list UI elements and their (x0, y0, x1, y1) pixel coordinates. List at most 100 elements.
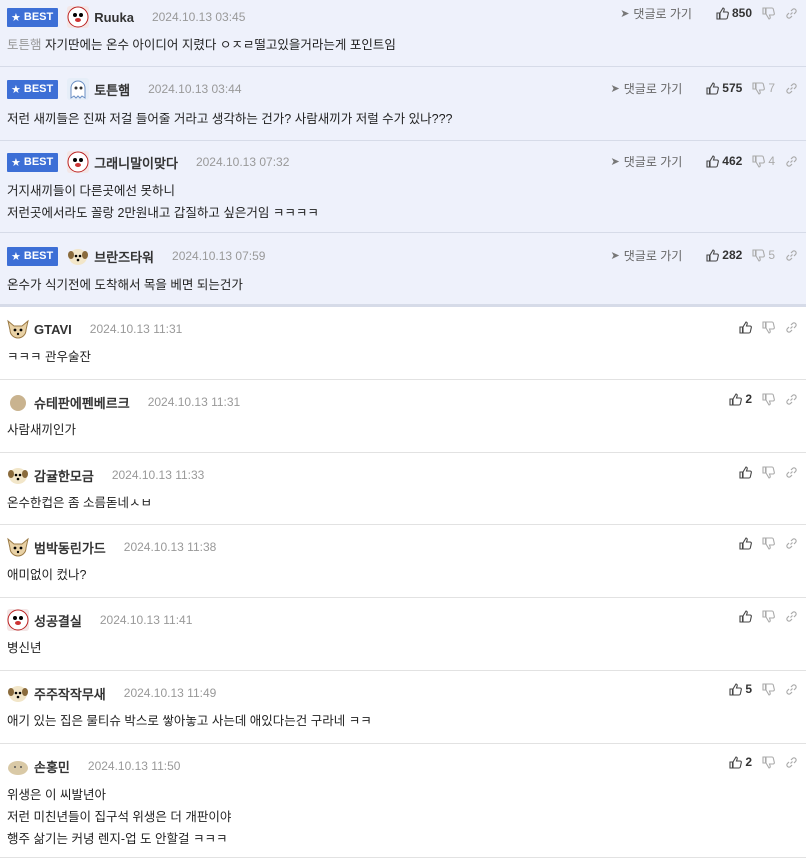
thumbs-up-icon (729, 682, 743, 696)
like-button[interactable]: 2 (729, 392, 752, 406)
comment-text: 온수가 식기전에 도착해서 목을 베면 되는건가 (7, 278, 243, 292)
like-button[interactable]: 282 (706, 248, 742, 262)
dislike-button[interactable]: 4 (752, 154, 775, 168)
comment: GTAVI 2024.10.13 11:31 ㅋㅋㅋ 관우술잔 (0, 307, 806, 380)
link-button[interactable] (785, 683, 798, 696)
comment-author[interactable]: 감귤한모금 (34, 466, 94, 485)
like-button[interactable] (739, 609, 752, 623)
like-count: 2 (745, 392, 752, 406)
link-button[interactable] (785, 249, 798, 262)
mention[interactable]: 토튼햄 (7, 38, 42, 52)
thumbs-down-icon (762, 609, 775, 623)
go-to-reply-link[interactable]: ➤ 댓글로 가기 (611, 247, 683, 264)
dislike-button[interactable] (762, 682, 775, 696)
dislike-button[interactable] (762, 465, 775, 479)
comment-author[interactable]: 주주작작무새 (34, 684, 106, 703)
thumbs-down-icon (752, 154, 766, 168)
comment-author[interactable]: 범박동린가드 (34, 538, 106, 557)
comment-text: 거지새끼들이 다른곳에선 못하니 저런곳에서라도 꼴랑 2만원내고 갑질하고 싶… (7, 184, 319, 220)
like-button[interactable]: 850 (716, 6, 752, 20)
thumbs-up-icon (739, 609, 752, 623)
link-button[interactable] (785, 610, 798, 623)
avatar[interactable] (7, 536, 29, 558)
avatar[interactable] (67, 6, 90, 28)
comment-text: 애기 있는 집은 물티슈 박스로 쌓아놓고 사는데 애있다는건 구라네 ㅋㅋ (7, 714, 372, 728)
comment-author[interactable]: GTAVI (34, 322, 72, 337)
link-button[interactable] (785, 321, 798, 334)
comment-text: 애미없이 컸나? (7, 568, 87, 582)
comment-date: 2024.10.13 11:41 (99, 613, 193, 627)
best-badge: ★ BEST (7, 246, 59, 266)
avatar[interactable] (7, 391, 29, 413)
like-button[interactable]: 5 (729, 682, 752, 696)
like-button[interactable]: 462 (706, 154, 742, 168)
link-icon (786, 537, 797, 549)
comment-author[interactable]: Ruuka (94, 10, 134, 25)
link-button[interactable] (785, 393, 798, 406)
dislike-button[interactable] (762, 755, 775, 769)
comment-text: 저런 새끼들은 진짜 저걸 들어줄 거라고 생각하는 건가? 사람새끼가 저럴 … (7, 112, 453, 126)
thumbs-down-icon (762, 465, 775, 479)
dislike-button[interactable] (762, 392, 775, 406)
thumbs-down-icon (752, 248, 766, 262)
like-button[interactable] (739, 320, 752, 334)
thumbs-up-icon (739, 320, 752, 334)
star-icon: ★ (11, 83, 21, 96)
comment-author[interactable]: 성공결실 (34, 611, 82, 630)
like-count: 575 (722, 81, 743, 95)
star-icon: ★ (11, 156, 21, 169)
thumbs-up-icon (729, 755, 743, 769)
comment-text: 사람새끼인가 (7, 423, 77, 437)
link-button[interactable] (785, 7, 798, 20)
comment-author[interactable]: 슈테판에펜베르크 (34, 393, 130, 412)
go-to-reply-link[interactable]: ➤ 댓글로 가기 (611, 80, 683, 97)
go-to-reply-link[interactable]: ➤ 댓글로 가기 (611, 153, 683, 170)
arrow-icon: ➤ (610, 155, 620, 168)
like-button[interactable]: 575 (706, 81, 742, 95)
comment-author[interactable]: 그래니말이맞다 (94, 153, 178, 172)
comment-date: 2024.10.13 11:38 (123, 540, 217, 554)
dislike-count: 7 (768, 81, 775, 95)
comment-date: 2024.10.13 11:31 (147, 395, 241, 409)
dislike-button[interactable] (762, 6, 775, 20)
avatar[interactable] (7, 609, 29, 631)
dislike-button[interactable]: 5 (752, 248, 775, 262)
avatar[interactable] (67, 245, 89, 267)
thumbs-down-icon (762, 392, 775, 406)
avatar[interactable] (7, 464, 29, 486)
link-button[interactable] (785, 466, 798, 479)
like-button[interactable] (739, 465, 752, 479)
best-comment: ★ BEST 토튼햄 2024.10.13 03:44 ➤ 댓글로 가기 575 7… (0, 67, 806, 141)
best-badge: ★ BEST (7, 152, 59, 172)
like-count: 2 (745, 755, 752, 769)
go-to-reply-link[interactable]: ➤ 댓글로 가기 (620, 5, 692, 22)
avatar[interactable] (67, 78, 90, 100)
thumbs-up-icon (706, 248, 720, 262)
thumbs-up-icon (739, 536, 752, 550)
comment-date: 2024.10.13 11:50 (87, 759, 181, 773)
like-button[interactable] (739, 536, 752, 550)
dislike-button[interactable] (762, 609, 775, 623)
comment-author[interactable]: 토튼햄 (94, 80, 130, 99)
dislike-count: 5 (768, 248, 775, 262)
link-icon (786, 756, 797, 768)
like-count: 850 (731, 6, 752, 20)
avatar[interactable] (7, 755, 29, 777)
dislike-button[interactable]: 7 (752, 81, 775, 95)
avatar[interactable] (7, 318, 29, 340)
comment-author[interactable]: 손홍민 (34, 757, 70, 776)
dislike-button[interactable] (762, 320, 775, 334)
comment: 슈테판에펜베르크 2024.10.13 11:31 2 사람새끼인가 (0, 380, 806, 453)
star-icon: ★ (11, 250, 21, 263)
avatar[interactable] (7, 682, 29, 704)
comment-text: 온수한컵은 좀 소름돋네ㅅㅂ (7, 496, 152, 510)
avatar[interactable] (67, 151, 90, 173)
comment-author[interactable]: 브란즈타워 (94, 247, 154, 266)
like-button[interactable]: 2 (729, 755, 752, 769)
link-button[interactable] (785, 537, 798, 550)
comment: 주주작작무새 2024.10.13 11:49 5 애기 있는 집은 물티슈 박… (0, 671, 806, 744)
link-button[interactable] (785, 756, 798, 769)
link-button[interactable] (785, 82, 798, 95)
link-button[interactable] (785, 155, 798, 168)
dislike-button[interactable] (762, 536, 775, 550)
